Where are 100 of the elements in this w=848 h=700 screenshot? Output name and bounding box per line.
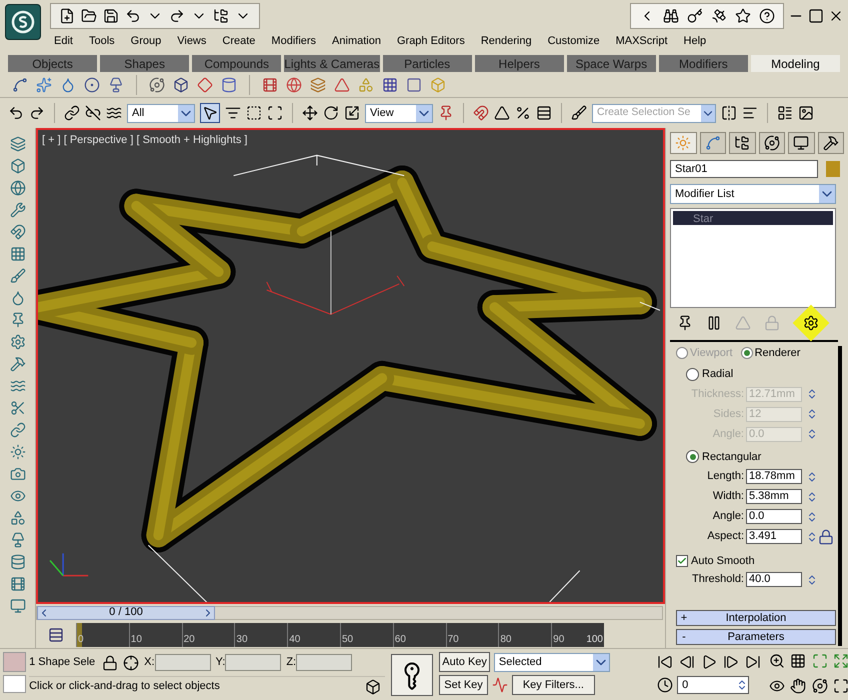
select-by-name-icon[interactable] xyxy=(225,105,241,121)
ribbon-tab[interactable]: Particles xyxy=(382,55,472,72)
rollout-header[interactable]: - Parameters xyxy=(676,629,836,645)
next-frame-icon[interactable] xyxy=(723,654,740,670)
scissors-icon[interactable] xyxy=(10,400,26,416)
folder-icon[interactable] xyxy=(81,8,97,24)
set-key-button[interactable]: Set Key xyxy=(439,675,488,695)
panel-tab[interactable] xyxy=(729,132,756,154)
auto-key-button[interactable]: Auto Key xyxy=(439,652,490,672)
pivot-icon[interactable] xyxy=(438,105,454,121)
listener-swatch[interactable] xyxy=(3,652,26,672)
frame-field[interactable]: 0 xyxy=(677,676,750,694)
unlink-icon[interactable] xyxy=(85,105,101,121)
key-filters-button[interactable]: Key Filters... xyxy=(512,675,595,695)
scrollbar[interactable] xyxy=(838,346,842,646)
edit-selection-icon[interactable] xyxy=(571,105,587,121)
rotate-icon[interactable] xyxy=(323,105,339,121)
key-icon[interactable] xyxy=(687,8,703,24)
diamond-icon[interactable] xyxy=(197,76,213,92)
menu-item[interactable]: MAXScript xyxy=(616,32,668,50)
hammer-icon[interactable] xyxy=(10,356,26,372)
track-view-icon[interactable] xyxy=(48,626,64,642)
layers-icon[interactable] xyxy=(10,136,26,152)
set-key-mode-button[interactable] xyxy=(391,654,434,696)
panel-tab[interactable] xyxy=(788,132,814,154)
zoom-icon[interactable] xyxy=(769,653,786,669)
satellite-icon[interactable] xyxy=(711,8,727,24)
number-field[interactable]: 40.0 xyxy=(746,572,802,587)
film-icon[interactable] xyxy=(10,576,26,592)
stack-item[interactable]: Star xyxy=(673,211,833,225)
snap-icon[interactable] xyxy=(473,105,489,121)
settings-icon[interactable] xyxy=(803,315,820,331)
coord-field[interactable] xyxy=(296,654,352,671)
grid-icon[interactable] xyxy=(10,246,26,262)
globe-icon[interactable] xyxy=(286,76,302,92)
window-crossing-icon[interactable] xyxy=(267,105,283,121)
binoculars-icon[interactable] xyxy=(663,8,679,24)
cube-icon[interactable] xyxy=(173,76,189,92)
modifier-list-dropdown[interactable]: Modifier List xyxy=(670,184,836,204)
coord-field[interactable] xyxy=(225,654,282,671)
ribbon-tab[interactable]: Lights & Cameras xyxy=(284,55,380,72)
menu-item[interactable]: Help xyxy=(684,32,706,50)
perspective-viewport[interactable]: [ + ] [ Perspective ] [ Smooth + Highlights ] xyxy=(36,128,665,604)
radio-button[interactable] xyxy=(686,450,699,464)
new-file-icon[interactable] xyxy=(59,8,75,24)
redo-icon[interactable] xyxy=(169,8,185,24)
go-to-end-icon[interactable] xyxy=(745,654,762,670)
cube-icon[interactable] xyxy=(365,678,382,694)
app-logo[interactable] xyxy=(5,4,41,40)
ribbon-tab[interactable]: Modeling xyxy=(750,55,840,72)
ribbon-tab[interactable]: Helpers xyxy=(474,55,564,72)
star-icon[interactable] xyxy=(735,8,751,24)
named-selection-field[interactable]: Create Selection Se xyxy=(592,104,716,122)
layer-icon[interactable] xyxy=(777,105,793,121)
play-icon[interactable] xyxy=(701,654,718,670)
waves-icon[interactable] xyxy=(106,105,122,121)
move-icon[interactable] xyxy=(302,105,318,121)
ribbon-tab[interactable]: Shapes xyxy=(100,55,190,72)
time-slider-track[interactable]: 0 / 100 xyxy=(36,606,663,620)
brush-icon[interactable] xyxy=(10,268,26,284)
layers-icon[interactable] xyxy=(310,76,326,92)
number-field[interactable]: 5.38mm xyxy=(746,489,802,504)
shapes-icon[interactable] xyxy=(10,510,26,526)
maximize-icon[interactable] xyxy=(808,8,824,24)
pan-icon[interactable] xyxy=(790,678,806,694)
menu-item[interactable]: Tools xyxy=(88,32,115,50)
transform-mode-icon[interactable] xyxy=(123,654,140,670)
selection-filter-dropdown[interactable]: All xyxy=(127,104,195,122)
radio-button[interactable] xyxy=(686,368,699,381)
monitor-icon[interactable] xyxy=(10,598,26,614)
sparkle-icon[interactable] xyxy=(36,76,52,92)
maximize-viewport-icon[interactable] xyxy=(832,678,848,694)
database-icon[interactable] xyxy=(10,554,26,570)
link-icon[interactable] xyxy=(64,105,80,121)
lamp-icon[interactable] xyxy=(108,76,124,92)
magnet-icon[interactable] xyxy=(10,224,26,240)
ribbon-tab[interactable]: Objects xyxy=(8,55,98,72)
select-icon[interactable] xyxy=(202,105,218,121)
radio-button[interactable] xyxy=(740,347,753,359)
panel-tab[interactable] xyxy=(818,132,844,154)
number-field[interactable]: 18.78mm xyxy=(746,469,802,484)
reference-coordinate-dropdown[interactable]: View xyxy=(365,104,433,122)
disc-icon[interactable] xyxy=(84,76,100,92)
previous-frame-icon[interactable] xyxy=(679,654,696,670)
mirror-icon[interactable] xyxy=(721,105,737,121)
camera-icon[interactable] xyxy=(10,466,26,482)
align-icon[interactable] xyxy=(742,105,758,121)
grid-icon[interactable] xyxy=(382,76,398,92)
angle-snap-icon[interactable] xyxy=(494,105,510,121)
key-mode-dropdown[interactable]: Selected xyxy=(494,652,610,672)
cylinder-icon[interactable] xyxy=(221,76,237,92)
coord-field[interactable] xyxy=(154,654,211,671)
film-icon[interactable] xyxy=(262,76,278,92)
project-icon[interactable] xyxy=(213,8,229,24)
droplet-icon[interactable] xyxy=(60,76,76,92)
menu-item[interactable]: Group xyxy=(130,32,162,50)
save-icon[interactable] xyxy=(103,8,119,24)
menu-item[interactable]: Customize xyxy=(548,32,600,50)
zoom-extents-icon[interactable] xyxy=(812,653,828,669)
track-bar[interactable]: 0 10 20 30 40 50 60 70 80 90 100 xyxy=(76,622,604,646)
